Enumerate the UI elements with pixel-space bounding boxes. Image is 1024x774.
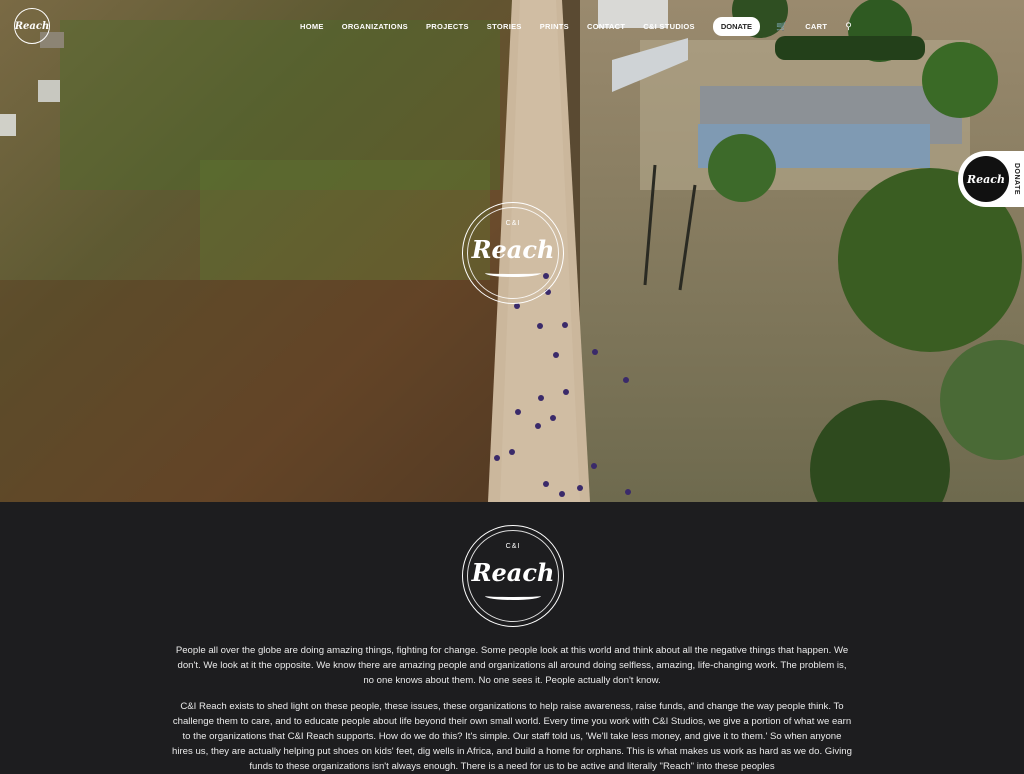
nav-links: HOME ORGANIZATIONS PROJECTS STORIES PRIN… <box>300 17 870 36</box>
content-reach-emblem: C&I Reach <box>462 525 564 627</box>
hero-aerial-image: C&I Reach <box>0 0 1024 502</box>
content-emblem-small-text: C&I <box>505 543 521 550</box>
top-navigation: Reach HOME ORGANIZATIONS PROJECTS STORIE… <box>0 0 1024 52</box>
nav-link-ci-studios[interactable]: C&I STUDIOS <box>643 22 695 31</box>
side-reach-badge: Reach <box>963 156 1009 202</box>
nav-link-cart[interactable]: CART <box>805 22 827 31</box>
nav-link-prints[interactable]: PRINTS <box>540 22 569 31</box>
side-badge-text: Reach <box>967 172 1005 186</box>
hero-reach-emblem: C&I Reach <box>462 202 564 304</box>
nav-link-organizations[interactable]: ORGANIZATIONS <box>342 22 408 31</box>
side-donate-label: DONATE <box>1013 162 1020 196</box>
nav-link-contact[interactable]: CONTACT <box>587 22 625 31</box>
content-emblem-word: Reach <box>471 558 555 587</box>
logo-text: Reach <box>14 20 50 32</box>
search-icon[interactable]: ⚲ <box>845 21 852 32</box>
emblem-word: Reach <box>471 235 555 264</box>
nav-link-projects[interactable]: PROJECTS <box>426 22 469 31</box>
nav-link-home[interactable]: HOME <box>300 22 324 31</box>
nav-link-stories[interactable]: STORIES <box>487 22 522 31</box>
about-section: C&I Reach People all over the globe are … <box>0 502 1024 772</box>
about-paragraph-2: C&I Reach exists to shed light on these … <box>172 701 852 772</box>
emblem-small-text: C&I <box>505 220 521 227</box>
nav-donate-button[interactable]: DONATE <box>712 17 760 36</box>
side-donate-tab[interactable]: Reach DONATE <box>958 151 1024 207</box>
cart-icon[interactable]: 🛒 <box>776 21 787 32</box>
about-paragraph-1: People all over the globe are doing amaz… <box>175 645 849 686</box>
site-logo[interactable]: Reach <box>14 8 50 44</box>
